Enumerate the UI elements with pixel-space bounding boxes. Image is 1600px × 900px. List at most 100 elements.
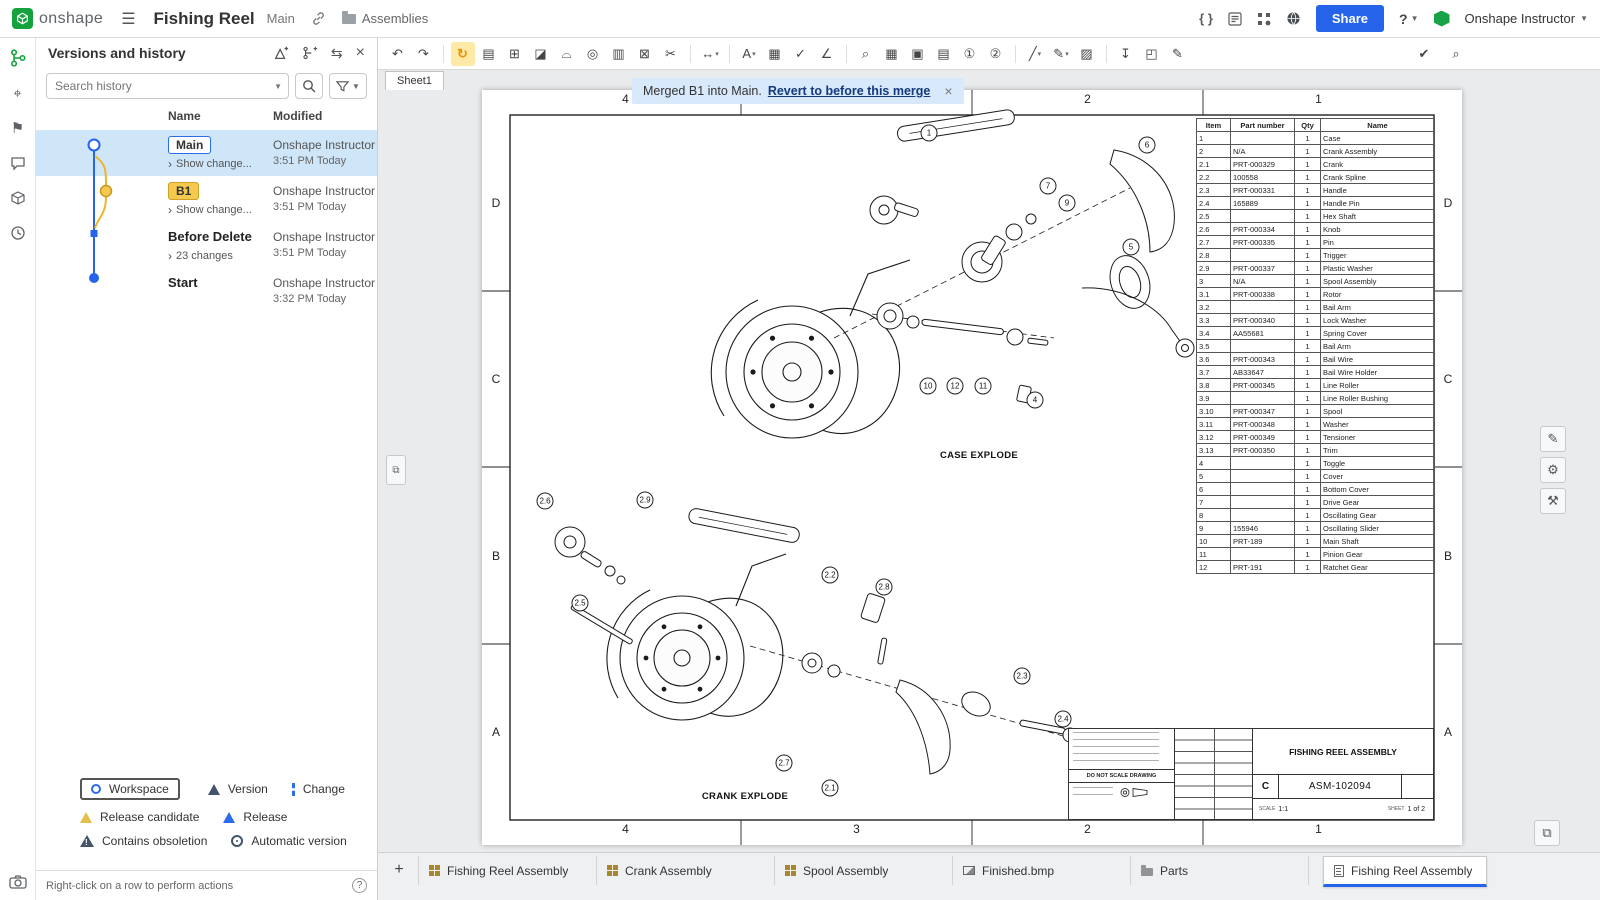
- versions-history-icon[interactable]: [8, 48, 28, 68]
- bom-row[interactable]: 3.1 PRT-000338 1 Rotor: [1197, 288, 1435, 301]
- close-icon[interactable]: ×: [356, 44, 365, 62]
- bom-table-icon[interactable]: ▤: [932, 42, 956, 66]
- create-version-icon[interactable]: [273, 45, 289, 61]
- tab-parts[interactable]: Parts: [1131, 856, 1309, 885]
- balloon[interactable]: 2.9: [637, 492, 654, 509]
- bom-row[interactable]: 2.1 PRT-000329 1 Crank: [1197, 158, 1435, 171]
- branch-badge-b1[interactable]: B1: [168, 182, 199, 200]
- bom-row[interactable]: 3.5 1 Bail Arm: [1197, 340, 1435, 353]
- tab-fishing-reel-assembly[interactable]: Fishing Reel Assembly: [419, 856, 597, 885]
- break-out-view-icon[interactable]: ⊠: [633, 42, 657, 66]
- bom-row[interactable]: 3.9 1 Line Roller Bushing: [1197, 392, 1435, 405]
- finish-symbol-icon[interactable]: ✓: [789, 42, 813, 66]
- sheet-list-icon[interactable]: ▣: [906, 42, 930, 66]
- tab-fishing-reel-drawing[interactable]: Fishing Reel Assembly: [1323, 856, 1487, 887]
- balloon[interactable]: 2.8: [876, 579, 893, 596]
- marker-icon[interactable]: ✎: [1166, 42, 1190, 66]
- workspace-node-main[interactable]: [89, 140, 100, 151]
- chevron-down-icon[interactable]: ▼: [274, 82, 282, 91]
- bom-row[interactable]: 6 1 Bottom Cover: [1197, 483, 1435, 496]
- table-icon[interactable]: ▦: [880, 42, 904, 66]
- balloon[interactable]: 2.3: [1014, 668, 1031, 685]
- bom-row[interactable]: 3 N/A 1 Spool Assembly: [1197, 275, 1435, 288]
- review-markup-icon[interactable]: ✔: [1412, 42, 1436, 66]
- balloon[interactable]: 11: [975, 378, 992, 395]
- bom-row[interactable]: 2.6 PRT-000334 1 Knob: [1197, 223, 1435, 236]
- bom-row[interactable]: 8 1 Oscillating Gear: [1197, 509, 1435, 522]
- insert-view-icon[interactable]: ▤: [477, 42, 501, 66]
- sheet-overview-button[interactable]: ⧉: [1534, 820, 1560, 846]
- balloon[interactable]: 2.4: [1055, 711, 1072, 728]
- balloon[interactable]: 2.7: [776, 755, 793, 772]
- balloon[interactable]: 7: [1040, 178, 1057, 195]
- balloon[interactable]: 2.5: [572, 595, 589, 612]
- edit-appearance-button[interactable]: ✎: [1540, 426, 1566, 452]
- share-button[interactable]: Share: [1316, 5, 1384, 32]
- balloon-icon[interactable]: ①: [958, 42, 982, 66]
- bom-row[interactable]: 3.11 PRT-000348 1 Washer: [1197, 418, 1435, 431]
- bom-row[interactable]: 7 1 Drive Gear: [1197, 496, 1435, 509]
- version-node-start[interactable]: [89, 273, 99, 283]
- bom-row[interactable]: 11 1 Pinion Gear: [1197, 548, 1435, 561]
- bom-row[interactable]: 9 155946 1 Oscillating Slider: [1197, 522, 1435, 535]
- bom-row[interactable]: 3.3 PRT-000340 1 Lock Washer: [1197, 314, 1435, 327]
- change-node-before-delete[interactable]: [91, 230, 98, 237]
- user-menu[interactable]: Onshape Instructor ▼: [1465, 11, 1588, 26]
- release-management-icon[interactable]: ⚑: [8, 118, 28, 138]
- screenshot-camera-icon[interactable]: [8, 872, 28, 892]
- bom-row[interactable]: 3.4 AA55681 1 Spring Cover: [1197, 327, 1435, 340]
- help-menu[interactable]: ?▼: [1399, 11, 1418, 27]
- tab-crank-assembly[interactable]: Crank Assembly: [597, 856, 775, 885]
- bom-row[interactable]: 2.3 PRT-000331 1 Handle: [1197, 184, 1435, 197]
- tab-spool-assembly[interactable]: Spool Assembly: [775, 856, 953, 885]
- bom-row[interactable]: 2.8 1 Trigger: [1197, 249, 1435, 262]
- breadcrumb[interactable]: Assemblies: [342, 11, 428, 26]
- redo-icon[interactable]: ↷: [412, 42, 436, 66]
- sheets-panel-toggle[interactable]: ⧉: [386, 455, 406, 485]
- bom-row[interactable]: 12 PRT-191 1 Ratchet Gear: [1197, 561, 1435, 574]
- balloon[interactable]: 9: [1059, 195, 1076, 212]
- activity-history-icon[interactable]: [8, 223, 28, 243]
- bom-row[interactable]: 4 1 Toggle: [1197, 457, 1435, 470]
- follow-mode-icon[interactable]: ⌖: [8, 83, 28, 103]
- balloon[interactable]: 5: [1123, 239, 1140, 256]
- zoom-icon[interactable]: ⌕: [854, 42, 878, 66]
- bom-row[interactable]: 3.10 PRT-000347 1 Spool: [1197, 405, 1435, 418]
- drawing-sheet[interactable]: 4321 4321 DCBA DCBA Item: [482, 90, 1462, 845]
- featurescript-icon[interactable]: { }: [1199, 11, 1213, 26]
- link-icon[interactable]: [311, 11, 326, 26]
- crop-view-icon[interactable]: ✂: [659, 42, 683, 66]
- balloon[interactable]: 2.2: [822, 567, 839, 584]
- bom-row[interactable]: 10 PRT-189 1 Main Shaft: [1197, 535, 1435, 548]
- bom-row[interactable]: 5 1 Cover: [1197, 470, 1435, 483]
- broken-view-icon[interactable]: ▥: [607, 42, 631, 66]
- onshape-cube-icon[interactable]: [1434, 11, 1450, 27]
- app-store-icon[interactable]: [1257, 12, 1271, 26]
- workspace-node-b1[interactable]: [101, 186, 112, 197]
- line-style-icon[interactable]: ╱▾: [1023, 42, 1047, 66]
- update-views-icon[interactable]: ↻: [451, 42, 475, 66]
- bom-row[interactable]: 3.12 PRT-000349 1 Tensioner: [1197, 431, 1435, 444]
- auto-balloon-icon[interactable]: ②: [984, 42, 1008, 66]
- create-branch-icon[interactable]: [302, 45, 318, 61]
- angle-dimension-icon[interactable]: ∠: [815, 42, 839, 66]
- add-tab-button[interactable]: +: [386, 857, 412, 883]
- workspace-badge-main[interactable]: Main: [168, 136, 211, 154]
- revert-merge-link[interactable]: Revert to before this merge: [768, 84, 931, 98]
- bom-row[interactable]: 2.4 165889 1 Handle Pin: [1197, 197, 1435, 210]
- dimension-icon[interactable]: ↔▾: [698, 42, 722, 66]
- detail-view-icon[interactable]: ◎: [581, 42, 605, 66]
- balloon[interactable]: 2.6: [537, 493, 554, 510]
- hole-table-icon[interactable]: ▦: [763, 42, 787, 66]
- bom-row[interactable]: 2.5 1 Hex Shaft: [1197, 210, 1435, 223]
- bom-table[interactable]: Item Part number Qty Name 1 1: [1196, 118, 1435, 574]
- bom-row[interactable]: 3.7 AB33647 1 Bail Wire Holder: [1197, 366, 1435, 379]
- bom-row[interactable]: 2.7 PRT-000335 1 Pin: [1197, 236, 1435, 249]
- balloon[interactable]: 10: [920, 378, 937, 395]
- hatch-icon[interactable]: ▨: [1075, 42, 1099, 66]
- bom-row[interactable]: 1 1 Case: [1197, 132, 1435, 145]
- print-3d-icon[interactable]: [8, 188, 28, 208]
- inspect-icon[interactable]: ⌕: [1444, 42, 1468, 66]
- search-input[interactable]: [53, 78, 270, 94]
- bom-row[interactable]: 2 N/A 1 Crank Assembly: [1197, 145, 1435, 158]
